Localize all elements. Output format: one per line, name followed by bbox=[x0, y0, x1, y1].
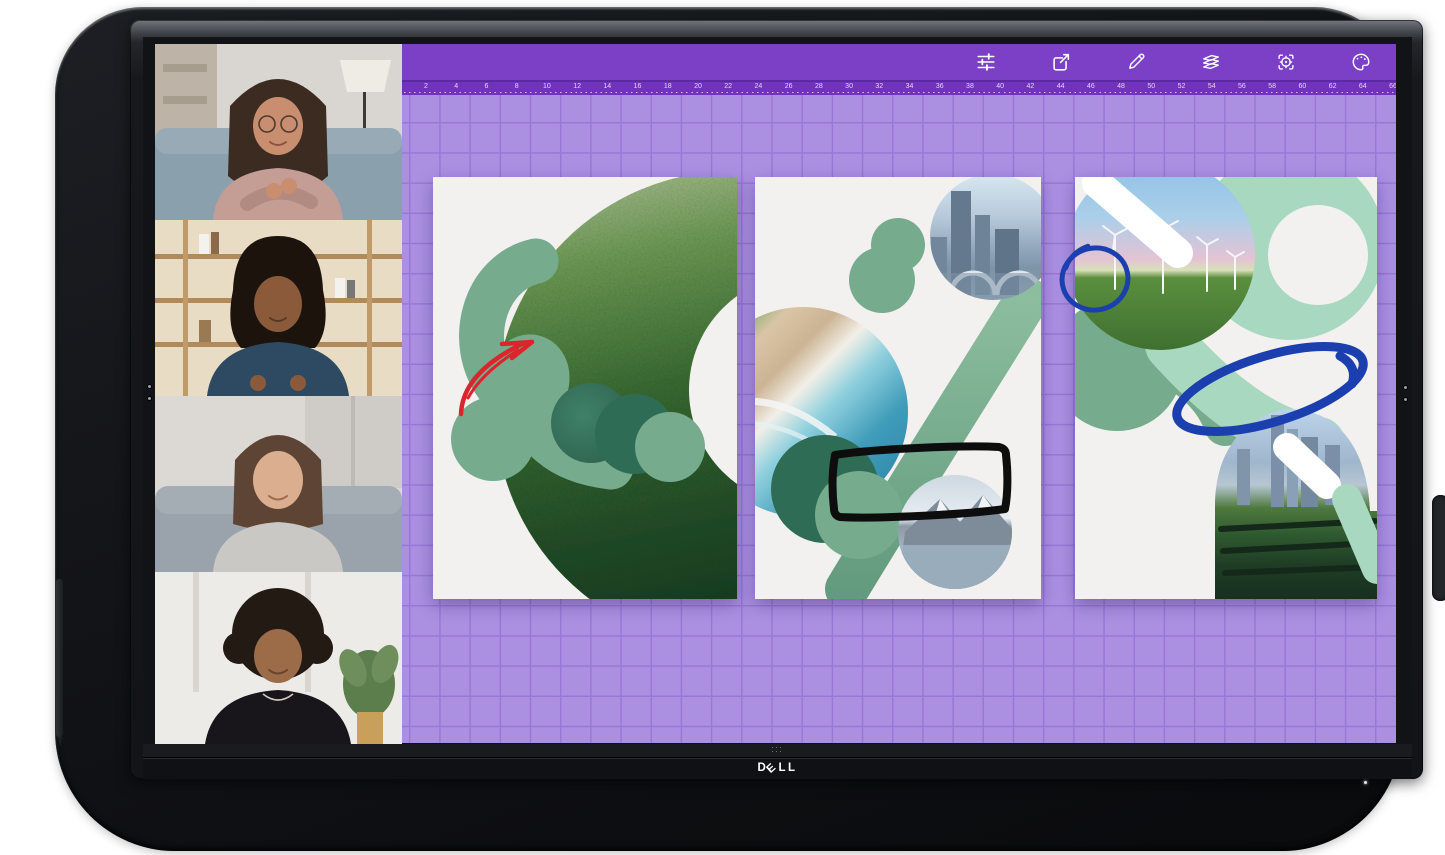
power-led bbox=[1364, 781, 1367, 784]
screen: 2 4 6 8 10 12 14 16 18 20 22 24 26 28 30 32 34 36 38 40 42 44… bbox=[143, 37, 1412, 744]
brand-row: DELL bbox=[143, 758, 1412, 784]
color-palette-icon[interactable] bbox=[1350, 51, 1372, 73]
ruler-number: 50 bbox=[1147, 83, 1156, 90]
ruler-number: 34 bbox=[905, 83, 914, 90]
ruler-number: 20 bbox=[694, 83, 702, 90]
ruler-number: 16 bbox=[633, 83, 642, 90]
ruler-number: 44 bbox=[1056, 83, 1065, 90]
ruler-number: 18 bbox=[663, 83, 672, 90]
video-tile-2 bbox=[155, 220, 402, 396]
ruler-number: 54 bbox=[1207, 83, 1216, 90]
video-tile-3 bbox=[155, 396, 402, 572]
ruler-number: 32 bbox=[875, 83, 884, 90]
ruler-number: 10 bbox=[542, 83, 551, 90]
ruler-number: 42 bbox=[1026, 83, 1035, 90]
stylus-holder-right bbox=[1432, 495, 1445, 601]
ruler-ticks bbox=[404, 91, 1396, 93]
ruler-number: 60 bbox=[1298, 83, 1307, 90]
share-export-icon[interactable] bbox=[1050, 51, 1072, 73]
sensor-dot bbox=[148, 385, 151, 388]
ruler-number: 6 bbox=[484, 83, 489, 90]
dell-interactive-display: 2 4 6 8 10 12 14 16 18 20 22 24 26 28 30 32 34 36 38 40 42 44… bbox=[0, 0, 1445, 855]
ruler-number: 56 bbox=[1238, 83, 1246, 90]
poster-card-windfarm-city[interactable] bbox=[1075, 177, 1377, 599]
ruler-number: 12 bbox=[573, 83, 581, 90]
participant-1-video bbox=[155, 44, 402, 220]
video-tile-1 bbox=[155, 44, 402, 220]
sensor-dot bbox=[1404, 386, 1407, 389]
participant-4-video bbox=[155, 572, 402, 744]
whiteboard-toolbar bbox=[402, 44, 1396, 80]
video-tile-4 bbox=[155, 572, 402, 744]
drawing-canvas[interactable] bbox=[402, 95, 1396, 743]
poster-card-forest[interactable] bbox=[433, 177, 737, 599]
ruler-number: 36 bbox=[935, 83, 944, 90]
adjustments-sliders-icon[interactable] bbox=[975, 51, 997, 73]
ruler-number: 40 bbox=[996, 83, 1005, 90]
osd-menu-dots-icon bbox=[771, 746, 784, 755]
poster-card-city-beach[interactable] bbox=[755, 177, 1041, 599]
whiteboard-app: 2 4 6 8 10 12 14 16 18 20 22 24 26 28 30 32 34 36 38 40 42 44… bbox=[402, 44, 1396, 743]
ruler-number: 62 bbox=[1328, 83, 1337, 90]
participant-2-video bbox=[155, 220, 402, 396]
monitor-shell: 2 4 6 8 10 12 14 16 18 20 22 24 26 28 30 32 34 36 38 40 42 44… bbox=[55, 7, 1445, 851]
ruler-number: 48 bbox=[1117, 83, 1125, 90]
ruler-number: 58 bbox=[1268, 83, 1277, 90]
ruler-number: 8 bbox=[514, 83, 519, 90]
horizontal-ruler: 2 4 6 8 10 12 14 16 18 20 22 24 26 28 30 32 34 36 38 40 42 44… bbox=[402, 80, 1396, 95]
ruler-number: 46 bbox=[1086, 83, 1095, 90]
ruler-number: 66 bbox=[1389, 83, 1396, 90]
video-call-sidebar bbox=[155, 44, 402, 744]
pencil-icon[interactable] bbox=[1125, 51, 1147, 73]
ruler-number: 22 bbox=[724, 83, 733, 90]
dell-logo: DELL bbox=[757, 760, 798, 776]
osd-menu-row bbox=[143, 744, 1412, 758]
ruler-number: 4 bbox=[454, 83, 459, 90]
ruler-number: 38 bbox=[966, 83, 974, 90]
ruler-number: 24 bbox=[754, 83, 763, 90]
ruler-number: 14 bbox=[603, 83, 612, 90]
bezel-controls: DELL bbox=[143, 744, 1412, 784]
participant-3-video bbox=[155, 396, 402, 572]
ruler-number: 2 bbox=[424, 83, 428, 90]
ruler-number: 64 bbox=[1358, 83, 1367, 90]
ruler-number: 28 bbox=[814, 83, 823, 90]
layers-icon[interactable] bbox=[1200, 51, 1222, 73]
ruler-number: 52 bbox=[1177, 83, 1186, 90]
sensor-dot bbox=[148, 397, 151, 400]
focus-target-icon[interactable] bbox=[1275, 51, 1297, 73]
screen-bezel: 2 4 6 8 10 12 14 16 18 20 22 24 26 28 30 32 34 36 38 40 42 44… bbox=[130, 20, 1423, 784]
stylus-left bbox=[56, 579, 63, 737]
sensor-dot bbox=[1404, 398, 1407, 401]
ruler-number: 30 bbox=[845, 83, 853, 90]
ruler-number: 26 bbox=[784, 83, 793, 90]
